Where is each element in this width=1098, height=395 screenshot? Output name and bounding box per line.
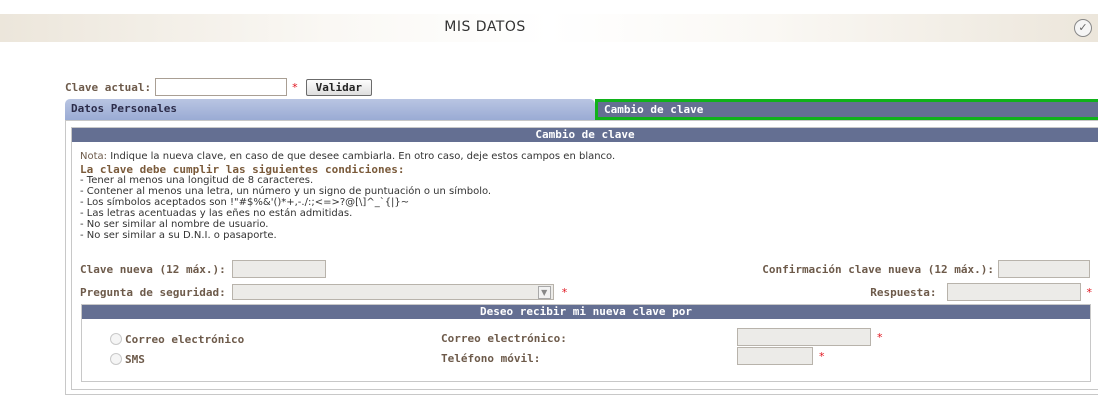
confirmacion-label: Confirmación clave nueva (12 máx.): — [762, 262, 994, 276]
radio-correo[interactable] — [110, 333, 122, 345]
confirmacion-input[interactable] — [998, 260, 1090, 278]
clave-nueva-input[interactable] — [231, 260, 326, 278]
condition-item: - Contener al menos una letra, un número… — [80, 186, 492, 197]
clave-actual-row: Clave actual: * Validar — [65, 77, 372, 97]
page-title: MIS DATOS — [444, 19, 526, 35]
clave-actual-label: Clave actual: — [65, 80, 152, 94]
required-mark: * — [877, 330, 883, 344]
pregunta-label: Pregunta de seguridad: — [80, 285, 226, 299]
radio-sms-label: SMS — [125, 352, 145, 366]
radio-sms[interactable] — [110, 353, 122, 365]
condition-item: - Los símbolos aceptados son !"#$%&'()*+… — [80, 197, 410, 208]
chevron-down-icon[interactable]: ▼ — [537, 286, 551, 299]
required-mark: * — [292, 80, 298, 94]
clave-nueva-label: Clave nueva (12 máx.): — [80, 262, 226, 276]
telefono-input[interactable] — [737, 347, 813, 365]
correo-field-label: Correo electrónico: — [441, 331, 567, 345]
clave-actual-input[interactable] — [155, 78, 288, 96]
title-bar: MIS DATOS ✓ — [0, 14, 1098, 42]
cambio-clave-header: Cambio de clave — [72, 128, 1098, 142]
condition-item: - Tener al menos una longitud de 8 carac… — [80, 175, 314, 186]
condition-item: - No ser similar al nombre de usuario. — [80, 219, 269, 230]
conditions-title: La clave debe cumplir las siguientes con… — [80, 163, 405, 176]
tab-cambio-de-clave[interactable]: Cambio de clave — [595, 99, 1098, 120]
validar-button[interactable]: Validar — [305, 78, 372, 96]
correo-input-row: * — [737, 328, 883, 346]
clave-nueva-row: Clave nueva (12 máx.): — [80, 260, 326, 278]
radio-correo-label: Correo electrónico — [125, 332, 245, 346]
notes-block: Nota: Indique la nueva clave, en caso de… — [80, 151, 615, 241]
radio-correo-row[interactable]: Correo electrónico — [110, 331, 244, 347]
telefono-input-row: * — [737, 347, 825, 365]
respuesta-input[interactable] — [946, 283, 1081, 301]
tab-datos-personales[interactable]: Datos Personales — [65, 99, 595, 120]
respuesta-label: Respuesta: — [870, 285, 937, 299]
pregunta-select[interactable]: ▼ — [231, 284, 554, 300]
confirmacion-row: Confirmación clave nueva (12 máx.): — [762, 260, 1090, 278]
required-mark: * — [819, 349, 825, 363]
telefono-field-label-row: Teléfono móvil: — [441, 350, 540, 366]
correo-input[interactable] — [737, 328, 871, 346]
correo-field-label-row: Correo electrónico: — [441, 330, 567, 346]
condition-item: - Las letras acentuadas y las eñes no es… — [80, 208, 353, 219]
deseo-header: Deseo recibir mi nueva clave por — [82, 305, 1090, 319]
nota-text: Indique la nueva clave, en caso de que d… — [110, 151, 616, 162]
check-circle-icon[interactable]: ✓ — [1074, 19, 1092, 37]
condition-item: - No ser similar a su D.N.I. o pasaporte… — [80, 230, 277, 241]
radio-sms-row[interactable]: SMS — [110, 351, 145, 367]
telefono-field-label: Teléfono móvil: — [441, 351, 541, 365]
pregunta-row: Pregunta de seguridad: ▼ * — [80, 283, 567, 301]
respuesta-row: Respuesta: * — [870, 283, 1092, 301]
nota-label: Nota: — [80, 151, 108, 162]
required-mark: * — [1086, 285, 1093, 299]
required-mark: * — [561, 285, 568, 299]
